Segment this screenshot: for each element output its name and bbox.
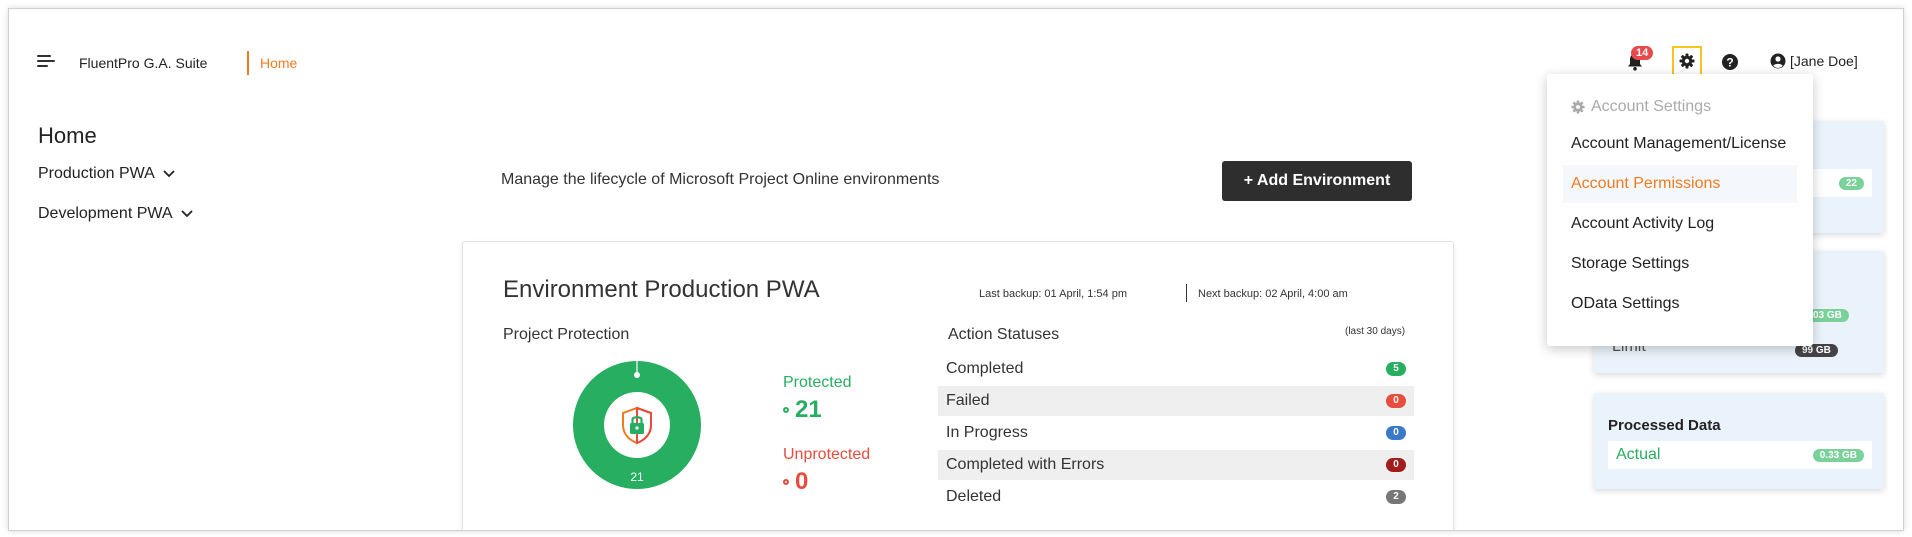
menu-item-account-activity-log[interactable]: Account Activity Log — [1563, 205, 1797, 243]
status-count-badge: 5 — [1386, 362, 1406, 376]
protected-dot-icon — [783, 407, 789, 413]
project-protection-title: Project Protection — [503, 326, 630, 343]
unprotected-count: 0 — [795, 468, 809, 495]
sidebar-item-label: Production PWA — [38, 165, 155, 182]
processed-data-label: Actual — [1616, 446, 1661, 463]
dropdown-header-label: Account Settings — [1591, 98, 1712, 115]
unprotected-label: Unprotected — [783, 446, 871, 463]
processed-data-badge: 0.33 GB — [1812, 448, 1864, 462]
status-count-badge: 0 — [1386, 426, 1406, 440]
status-label: Deleted — [946, 488, 1002, 505]
action-statuses-period: (last 30 days) — [1345, 326, 1406, 337]
status-row-completed-with-errors: Completed with Errors 0 — [938, 450, 1414, 480]
status-row-failed: Failed 0 — [938, 386, 1414, 416]
gear-icon — [1571, 100, 1585, 114]
user-menu[interactable]: [Jane Doe] — [1770, 53, 1858, 69]
breadcrumb-divider — [247, 51, 249, 75]
notification-badge: 14 — [1631, 46, 1654, 60]
environment-card: Environment Production PWA Last backup: … — [462, 241, 1454, 530]
processed-data-row: Actual 0.33 GB — [1608, 441, 1872, 469]
protection-donut: 21 — [573, 361, 701, 489]
chevron-down-icon — [163, 170, 175, 178]
svg-text:?: ? — [1726, 56, 1733, 70]
status-count-badge: 0 — [1386, 458, 1406, 472]
protected-label: Protected — [783, 374, 852, 391]
menu-item-account-permissions[interactable]: Account Permissions — [1563, 165, 1797, 203]
status-row-completed: Completed 5 — [938, 354, 1414, 384]
status-label: Failed — [946, 392, 990, 409]
dropdown-header: Account Settings — [1571, 98, 1711, 116]
environment-title: Environment Production PWA — [503, 276, 820, 303]
sidebar-item-development-pwa[interactable]: Development PWA — [38, 205, 193, 223]
status-label: Completed — [946, 360, 1024, 377]
user-avatar-icon — [1770, 53, 1786, 69]
app-frame: FluentPro G.A. Suite Home 14 ? [Jane Doe… — [8, 8, 1904, 531]
sidebar-item-label: Development PWA — [38, 205, 173, 222]
add-environment-button[interactable]: + Add Environment — [1222, 161, 1412, 201]
action-statuses-title: Action Statuses — [948, 326, 1060, 343]
protected-count: 21 — [795, 396, 822, 423]
page-title: Home — [38, 123, 97, 148]
menu-item-odata-settings[interactable]: OData Settings — [1563, 285, 1797, 323]
side-card-1-badge-top: 22 — [1838, 176, 1864, 190]
unprotected-value: 0 — [783, 468, 808, 496]
status-label: Completed with Errors — [946, 456, 1105, 473]
protected-value: 21 — [783, 396, 822, 424]
account-settings-dropdown: Account Settings Account Management/Lice… — [1547, 74, 1813, 346]
status-row-deleted: Deleted 2 — [938, 482, 1414, 512]
menu-item-account-management[interactable]: Account Management/License — [1563, 125, 1797, 163]
unprotected-dot-icon — [783, 479, 789, 485]
status-label: In Progress — [946, 424, 1028, 441]
app-name: FluentPro G.A. Suite — [79, 55, 208, 71]
status-count-badge: 2 — [1386, 490, 1406, 504]
status-row-in-progress: In Progress 0 — [938, 418, 1414, 448]
page-tagline: Manage the lifecycle of Microsoft Projec… — [501, 171, 940, 188]
help-icon[interactable]: ? — [1720, 52, 1740, 72]
breadcrumb[interactable]: Home — [260, 55, 297, 71]
chevron-down-icon — [180, 210, 193, 218]
gear-icon — [1679, 53, 1695, 69]
processed-data-title: Processed Data — [1608, 417, 1721, 434]
settings-button[interactable] — [1672, 46, 1702, 76]
status-count-badge: 0 — [1386, 394, 1406, 408]
last-backup: Last backup: 01 April, 1:54 pm — [979, 288, 1127, 300]
side-card-processed-data: Processed Data Actual 0.33 GB — [1594, 393, 1884, 489]
sidebar-item-production-pwa[interactable]: Production PWA — [38, 165, 175, 183]
donut-total: 21 — [630, 470, 644, 484]
menu-icon[interactable] — [37, 55, 55, 69]
user-name: [Jane Doe] — [1790, 53, 1858, 69]
next-backup: Next backup: 02 April, 4:00 am — [1198, 288, 1348, 300]
menu-item-storage-settings[interactable]: Storage Settings — [1563, 245, 1797, 283]
backup-divider — [1186, 284, 1187, 302]
